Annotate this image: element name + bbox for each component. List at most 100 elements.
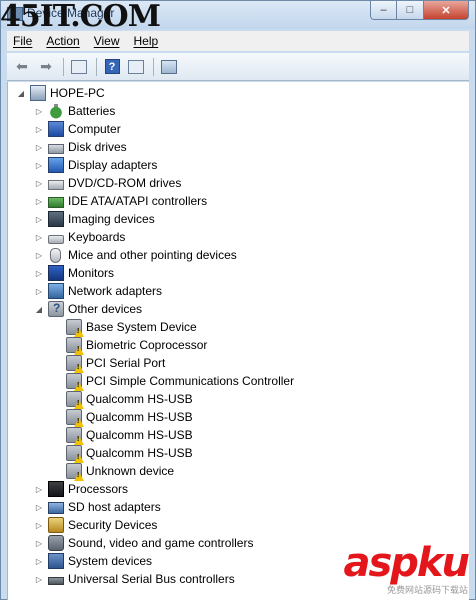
tree-item-label: Display adapters <box>68 158 158 172</box>
tree-item-batteries[interactable]: ▷ Batteries <box>34 102 115 120</box>
tree-item-usb-controllers[interactable]: ▷ Universal Serial Bus controllers <box>34 570 235 588</box>
collapsed-arrow-icon[interactable]: ▷ <box>34 516 44 534</box>
device-label: Qualcomm HS-USB <box>86 392 193 406</box>
tree-item-mice[interactable]: ▷ Mice and other pointing devices <box>34 246 237 264</box>
tree-item-label: Sound, video and game controllers <box>68 536 254 550</box>
aspku-logo: aspku <box>343 540 470 586</box>
tree-item-system-devices[interactable]: ▷ System devices <box>34 552 152 570</box>
tree-item-sd-host-adapters[interactable]: ▷ SD host adapters <box>34 498 161 516</box>
device-label: Qualcomm HS-USB <box>86 410 193 424</box>
tree-root-label: HOPE-PC <box>50 86 105 100</box>
collapsed-arrow-icon[interactable]: ▷ <box>34 552 44 570</box>
device-label: Unknown device <box>86 464 175 478</box>
show-hide-console-tree-button[interactable] <box>68 57 90 77</box>
device-qualcomm-hs-usb[interactable]: Qualcomm HS-USB <box>66 390 193 409</box>
device-base-system-device[interactable]: Base System Device <box>66 318 197 337</box>
scan-hardware-button[interactable] <box>158 57 180 77</box>
device-unknown-device[interactable]: Unknown device <box>66 462 175 481</box>
tree-item-label: Monitors <box>68 266 115 280</box>
device-pci-simple-communications-controller[interactable]: PCI Simple Communications Controller <box>66 372 295 391</box>
tree-item-imaging-devices[interactable]: ▷ Imaging devices <box>34 210 155 228</box>
tree-item-disk-drives[interactable]: ▷ Disk drives <box>34 138 127 156</box>
tree-item-processors[interactable]: ▷ Processors <box>34 480 128 498</box>
tree-item-label: Computer <box>68 122 121 136</box>
device-pci-serial-port[interactable]: PCI Serial Port <box>66 354 166 373</box>
back-button[interactable]: ⬅ <box>11 57 33 77</box>
tree-item-security-devices[interactable]: ▷ Security Devices <box>34 516 157 534</box>
tree-item-display-adapters[interactable]: ▷ Display adapters <box>34 156 157 174</box>
other-devices-icon <box>48 301 64 317</box>
dvd-icon <box>48 179 64 190</box>
collapsed-arrow-icon[interactable]: ▷ <box>34 174 44 192</box>
collapsed-arrow-icon[interactable]: ▷ <box>34 102 44 120</box>
tree-item-keyboards[interactable]: ▷ Keyboards <box>34 228 125 246</box>
expanded-arrow-icon[interactable]: ◢ <box>34 300 44 318</box>
tree-item-label: Security Devices <box>68 518 158 532</box>
tree-item-label: Disk drives <box>68 140 127 154</box>
properties-button[interactable] <box>125 57 147 77</box>
tree-item-monitors[interactable]: ▷ Monitors <box>34 264 114 282</box>
collapsed-arrow-icon[interactable]: ▷ <box>34 570 44 588</box>
tree-item-ide-controllers[interactable]: ▷ IDE ATA/ATAPI controllers <box>34 192 207 210</box>
device-qualcomm-hs-usb[interactable]: Qualcomm HS-USB <box>66 426 193 445</box>
network-icon <box>48 283 64 299</box>
unknown-device-warning-icon <box>66 409 84 427</box>
collapsed-arrow-icon[interactable]: ▷ <box>34 246 44 264</box>
unknown-device-warning-icon <box>66 337 84 355</box>
device-label: PCI Simple Communications Controller <box>86 374 295 388</box>
device-label: Qualcomm HS-USB <box>86 428 193 442</box>
collapsed-arrow-icon[interactable]: ▷ <box>34 480 44 498</box>
tree-item-label: Imaging devices <box>68 212 155 226</box>
collapsed-arrow-icon[interactable]: ▷ <box>34 534 44 552</box>
device-qualcomm-hs-usb[interactable]: Qualcomm HS-USB <box>66 444 193 463</box>
device-manager-window: Device Manager – □ ✕ File Action View He… <box>0 0 476 600</box>
toolbar: ⬅ ➡ ? <box>7 53 469 81</box>
maximize-button[interactable]: □ <box>397 1 424 20</box>
scan-hardware-icon <box>161 59 177 74</box>
console-tree-icon <box>71 59 87 74</box>
device-label: Qualcomm HS-USB <box>86 446 193 460</box>
device-qualcomm-hs-usb[interactable]: Qualcomm HS-USB <box>66 408 193 427</box>
collapsed-arrow-icon[interactable]: ▷ <box>34 156 44 174</box>
expanded-arrow-icon[interactable]: ◢ <box>16 84 26 102</box>
tree-item-computer[interactable]: ▷ Computer <box>34 120 121 138</box>
device-label: Biometric Coprocessor <box>86 338 208 352</box>
tree-item-sound-video-game[interactable]: ▷ Sound, video and game controllers <box>34 534 253 552</box>
tree-root[interactable]: ◢ HOPE-PC <box>16 84 105 102</box>
collapsed-arrow-icon[interactable]: ▷ <box>34 228 44 246</box>
battery-icon <box>48 103 64 119</box>
tree-item-label: Universal Serial Bus controllers <box>68 572 235 586</box>
menu-action[interactable]: Action <box>46 34 79 48</box>
forward-button[interactable]: ➡ <box>35 57 57 77</box>
collapsed-arrow-icon[interactable]: ▷ <box>34 282 44 300</box>
tree-item-label: Keyboards <box>68 230 126 244</box>
tree-item-other-devices[interactable]: ◢ Other devices <box>34 300 142 318</box>
aspku-logo-subtitle: 免费网站源码下载站 <box>386 585 468 595</box>
system-icon <box>48 553 64 569</box>
security-icon <box>48 517 64 533</box>
collapsed-arrow-icon[interactable]: ▷ <box>34 210 44 228</box>
ide-icon <box>48 196 64 208</box>
close-button[interactable]: ✕ <box>424 1 469 20</box>
collapsed-arrow-icon[interactable]: ▷ <box>34 264 44 282</box>
sd-icon <box>48 502 64 514</box>
sound-icon <box>48 535 64 551</box>
device-tree[interactable]: ◢ HOPE-PC ▷ Batteries ▷ Computer ▷ Disk … <box>7 82 469 600</box>
tree-item-network-adapters[interactable]: ▷ Network adapters <box>34 282 162 300</box>
collapsed-arrow-icon[interactable]: ▷ <box>34 192 44 210</box>
device-label: PCI Serial Port <box>86 356 166 370</box>
menu-view[interactable]: View <box>94 34 120 48</box>
unknown-device-warning-icon <box>66 355 84 373</box>
monitor-icon <box>48 265 64 281</box>
collapsed-arrow-icon[interactable]: ▷ <box>34 138 44 156</box>
unknown-device-warning-icon <box>66 391 84 409</box>
device-biometric-coprocessor[interactable]: Biometric Coprocessor <box>66 336 208 355</box>
help-button[interactable]: ? <box>101 57 123 77</box>
menu-file[interactable]: File <box>13 34 32 48</box>
help-icon: ? <box>104 59 120 74</box>
minimize-button[interactable]: – <box>370 1 397 20</box>
tree-item-dvd-drives[interactable]: ▷ DVD/CD-ROM drives <box>34 174 181 192</box>
menu-help[interactable]: Help <box>134 34 159 48</box>
collapsed-arrow-icon[interactable]: ▷ <box>34 498 44 516</box>
collapsed-arrow-icon[interactable]: ▷ <box>34 120 44 138</box>
